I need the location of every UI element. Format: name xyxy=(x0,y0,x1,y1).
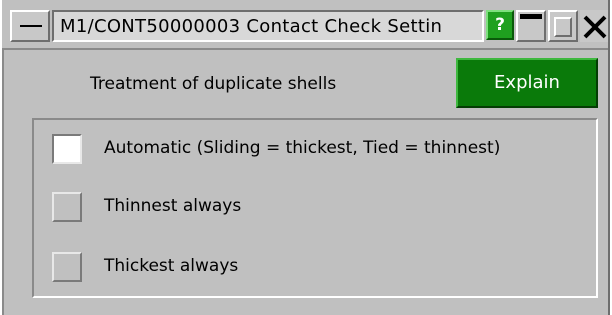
minimize-icon xyxy=(520,14,542,19)
window-right-edge xyxy=(608,0,610,315)
help-button[interactable]: ? xyxy=(486,10,514,40)
minimize-button[interactable] xyxy=(516,10,546,42)
window-left-edge xyxy=(2,48,4,315)
option-thickest-always-label: Thickest always xyxy=(104,256,239,276)
explain-button[interactable]: Explain xyxy=(456,58,598,108)
close-icon xyxy=(583,15,607,39)
duplicate-shells-options-group: Automatic (Sliding = thickest, Tied = th… xyxy=(32,118,598,298)
checkbox-automatic[interactable] xyxy=(52,134,82,164)
checkbox-thickest-always[interactable] xyxy=(52,252,82,282)
system-menu-icon xyxy=(20,25,42,27)
option-automatic-label: Automatic (Sliding = thickest, Tied = th… xyxy=(104,138,501,158)
title-separator xyxy=(2,48,610,50)
maximize-button[interactable] xyxy=(548,10,578,42)
duplicate-shells-heading: Treatment of duplicate shells xyxy=(90,74,337,94)
option-thinnest-always[interactable]: Thinnest always xyxy=(34,188,594,228)
option-automatic[interactable]: Automatic (Sliding = thickest, Tied = th… xyxy=(34,130,594,170)
option-thickest-always[interactable]: Thickest always xyxy=(34,248,594,288)
close-button[interactable] xyxy=(580,10,610,42)
checkbox-thinnest-always[interactable] xyxy=(52,192,82,222)
maximize-icon xyxy=(554,17,572,37)
contact-check-settings-window: M1/CONT50000003 Contact Check Settin ? T… xyxy=(2,0,610,315)
window-title-field: M1/CONT50000003 Contact Check Settin xyxy=(52,10,484,42)
title-bar: M1/CONT50000003 Contact Check Settin ? xyxy=(2,0,610,48)
system-menu-button[interactable] xyxy=(10,10,50,42)
option-thinnest-always-label: Thinnest always xyxy=(104,196,242,216)
window-title: M1/CONT50000003 Contact Check Settin xyxy=(60,16,443,37)
